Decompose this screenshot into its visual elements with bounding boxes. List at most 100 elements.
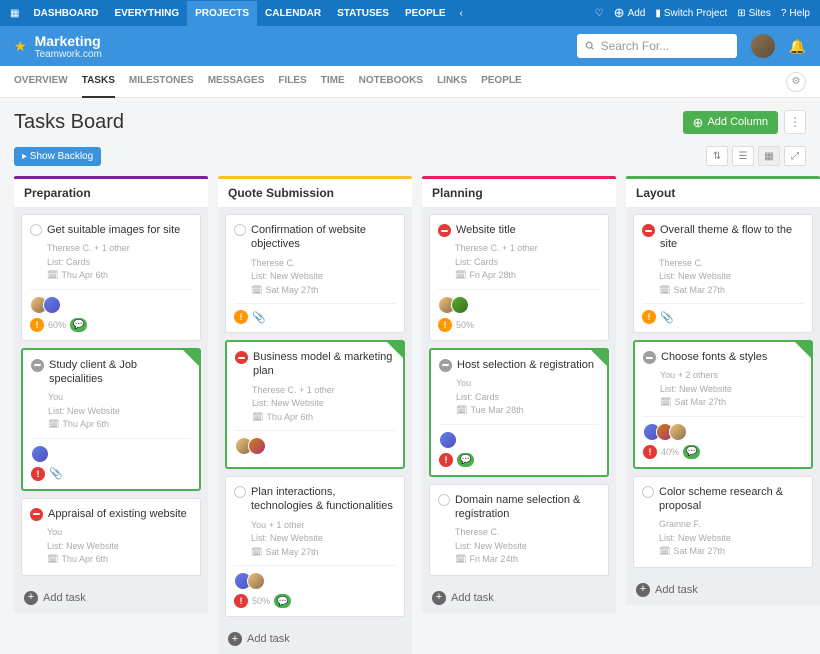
- card-title: Overall theme & flow to the site: [660, 223, 804, 252]
- task-card[interactable]: Domain name selection & registration The…: [429, 484, 609, 576]
- bell-icon[interactable]: 🔔: [789, 38, 806, 55]
- card-list: List: New Website: [659, 532, 804, 546]
- board-view-button[interactable]: ▦: [758, 146, 780, 166]
- column-layout: Layout Overall theme & flow to the site …: [626, 176, 820, 654]
- tab-tasks[interactable]: TASKS: [82, 65, 115, 98]
- card-title: Business model & marketing plan: [253, 350, 395, 379]
- card-date: 🗓 Thu Apr 6th: [47, 269, 192, 283]
- board: Preparation Get suitable images for site…: [0, 176, 820, 654]
- more-button[interactable]: ⋮: [784, 110, 806, 134]
- progress-pct: 60%: [48, 320, 66, 330]
- star-icon[interactable]: ★: [14, 38, 27, 55]
- tab-overview[interactable]: OVERVIEW: [14, 65, 68, 98]
- priority-badge: !: [234, 310, 248, 324]
- attachment-icon: 📎: [252, 311, 266, 324]
- fullscreen-button[interactable]: ⤢: [784, 146, 806, 166]
- assignee-avatar: [31, 445, 49, 463]
- card-title: Plan interactions, technologies & functi…: [251, 485, 396, 514]
- gear-icon[interactable]: ⚙: [786, 72, 806, 92]
- card-date: 🗓 Tue Mar 28th: [456, 404, 599, 418]
- priority-badge: !: [643, 445, 657, 459]
- task-card[interactable]: Color scheme research & proposal Grainne…: [633, 476, 813, 568]
- comment-badge: 💬: [457, 453, 474, 467]
- nav-more[interactable]: ‹: [454, 1, 469, 26]
- card-assigned: Therese C.: [659, 257, 804, 271]
- nav-calendar[interactable]: CALENDAR: [257, 1, 329, 26]
- card-date: 🗓 Sat Mar 27th: [660, 396, 803, 410]
- nav-statuses[interactable]: STATUSES: [329, 1, 397, 26]
- nav-everything[interactable]: EVERYTHING: [106, 1, 187, 26]
- tab-people[interactable]: PEOPLE: [481, 65, 522, 98]
- add-link[interactable]: ⊕ Add: [614, 5, 646, 21]
- column-preparation: Preparation Get suitable images for site…: [14, 176, 208, 654]
- card-title: Host selection & registration: [457, 358, 594, 372]
- project-header: ★ Marketing Teamwork.com Search For... 🔔: [0, 26, 820, 66]
- task-card[interactable]: Confirmation of website objectives There…: [225, 214, 405, 333]
- search-icon: [585, 41, 595, 51]
- add-task-button[interactable]: +Add task: [422, 583, 616, 613]
- card-date: 🗓 Sat Mar 27th: [659, 284, 804, 298]
- card-list: List: New Website: [660, 383, 803, 397]
- card-date: 🗓 Fri Mar 24th: [455, 553, 600, 567]
- comment-badge: 💬: [70, 318, 87, 332]
- card-title: Appraisal of existing website: [48, 507, 187, 521]
- card-date: 🗓 Thu Apr 6th: [47, 553, 192, 567]
- task-card[interactable]: Overall theme & flow to the site Therese…: [633, 214, 813, 333]
- card-date: 🗓 Thu Apr 6th: [48, 418, 191, 432]
- heart-icon[interactable]: ♡: [595, 8, 604, 19]
- priority-badge: !: [438, 318, 452, 332]
- tab-messages[interactable]: MESSAGES: [208, 65, 265, 98]
- sub-nav: OVERVIEW TASKS MILESTONES MESSAGES FILES TIME…: [0, 66, 820, 98]
- card-date: 🗓 Sat Mar 27th: [659, 545, 804, 559]
- card-assigned: You + 1 other: [251, 519, 396, 533]
- help-link[interactable]: ? Help: [781, 8, 810, 19]
- priority-badge: !: [439, 453, 453, 467]
- search-input[interactable]: Search For...: [577, 34, 737, 58]
- app-icon: ▦: [10, 8, 19, 19]
- add-task-button[interactable]: +Add task: [626, 575, 820, 605]
- card-assigned: Therese C. + 1 other: [252, 384, 395, 398]
- task-card[interactable]: Plan interactions, technologies & functi…: [225, 476, 405, 617]
- priority-badge: !: [31, 467, 45, 481]
- tab-links[interactable]: LINKS: [437, 65, 467, 98]
- sites-link[interactable]: ⊞ Sites: [737, 8, 771, 19]
- task-card[interactable]: Website title Therese C. + 1 other List:…: [429, 214, 609, 341]
- tab-milestones[interactable]: MILESTONES: [129, 65, 194, 98]
- add-task-button[interactable]: +Add task: [14, 583, 208, 613]
- card-date: 🗓 Thu Apr 6th: [252, 411, 395, 425]
- task-card[interactable]: Choose fonts & styles You + 2 others Lis…: [633, 340, 813, 469]
- switch-project-link[interactable]: ▮ Switch Project: [655, 8, 727, 19]
- progress-pct: 50%: [252, 596, 270, 606]
- nav-people[interactable]: PEOPLE: [397, 1, 454, 26]
- card-list: List: New Website: [47, 540, 192, 554]
- nav-dashboard[interactable]: DASHBOARD: [25, 1, 106, 26]
- card-title: Get suitable images for site: [47, 223, 180, 237]
- card-title: Choose fonts & styles: [661, 350, 767, 364]
- top-nav: ▦ DASHBOARDEVERYTHINGPROJECTSCALENDARSTA…: [0, 0, 820, 26]
- task-card[interactable]: Appraisal of existing website You List: …: [21, 498, 201, 576]
- card-list: List: New Website: [251, 532, 396, 546]
- project-title: Marketing: [35, 33, 102, 49]
- card-date: 🗓 Sat May 27th: [251, 284, 396, 298]
- card-list: List: Cards: [456, 391, 599, 405]
- tab-time[interactable]: TIME: [321, 65, 345, 98]
- priority-badge: !: [30, 318, 44, 332]
- user-avatar[interactable]: [751, 34, 775, 58]
- task-card[interactable]: Get suitable images for site Therese C. …: [21, 214, 201, 341]
- card-title: Domain name selection & registration: [455, 493, 600, 522]
- show-backlog-button[interactable]: ▸ Show Backlog: [14, 147, 101, 166]
- add-column-button[interactable]: ⊕ Add Column: [683, 111, 778, 134]
- comment-badge: 💬: [274, 594, 291, 608]
- tab-notebooks[interactable]: NOTEBOOKS: [359, 65, 423, 98]
- nav-projects[interactable]: PROJECTS: [187, 1, 257, 26]
- progress-pct: 50%: [456, 320, 474, 330]
- list-view-button[interactable]: ☰: [732, 146, 754, 166]
- filter-button[interactable]: ⇅: [706, 146, 728, 166]
- assignee-avatar: [248, 437, 266, 455]
- tab-files[interactable]: FILES: [278, 65, 306, 98]
- card-list: List: Cards: [47, 256, 192, 270]
- add-task-button[interactable]: +Add task: [218, 624, 412, 654]
- task-card[interactable]: Business model & marketing plan Therese …: [225, 340, 405, 469]
- task-card[interactable]: Host selection & registration You List: …: [429, 348, 609, 477]
- task-card[interactable]: Study client & Job specialities You List…: [21, 348, 201, 491]
